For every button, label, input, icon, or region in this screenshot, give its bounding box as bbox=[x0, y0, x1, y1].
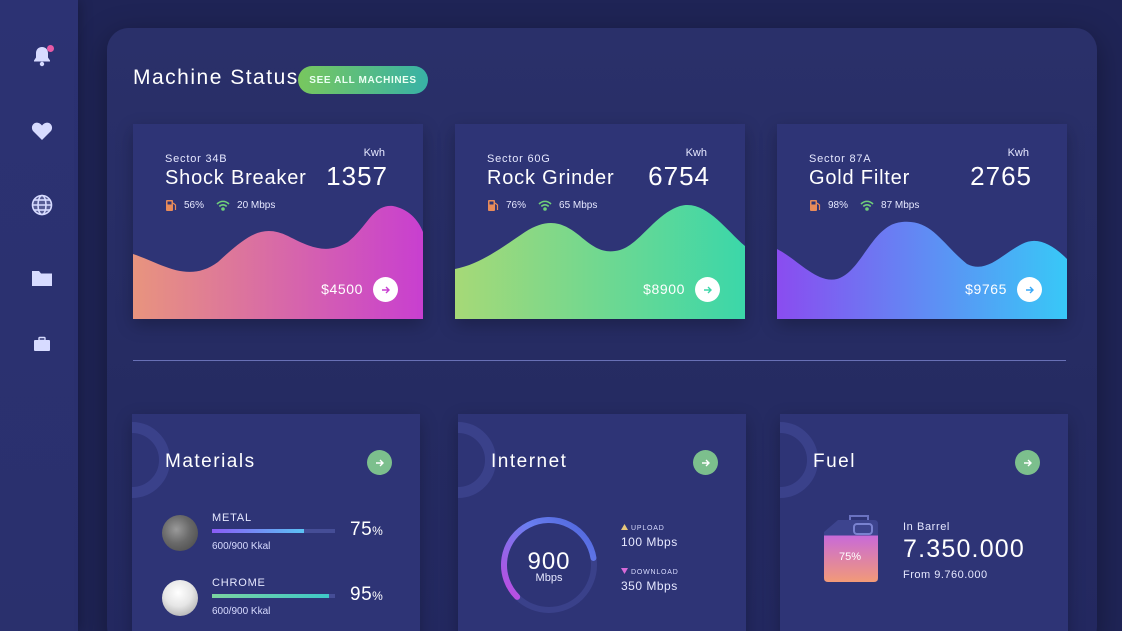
arrow-right-icon bbox=[1025, 286, 1034, 293]
wifi-icon bbox=[538, 200, 552, 211]
triangle-up-icon bbox=[621, 524, 628, 532]
machine-kwh-value: 1357 bbox=[326, 161, 388, 191]
globe-icon[interactable] bbox=[30, 193, 54, 217]
material-sub: 600/900 Kkal bbox=[212, 541, 271, 552]
machine-unit: Kwh bbox=[363, 147, 385, 159]
fuel-percent: 56% bbox=[184, 200, 205, 211]
machine-details-button[interactable] bbox=[1017, 277, 1042, 302]
gauge-unit: Mbps bbox=[535, 572, 563, 584]
percent-value: 95 bbox=[350, 584, 373, 605]
upload-value: 100 Mbps bbox=[621, 535, 678, 549]
internet-card: Internet 900 Mbps UPLOAD 100 Mbps DOWNLO… bbox=[458, 414, 746, 631]
fuel-open-button[interactable] bbox=[1015, 450, 1040, 475]
fuel-pump-icon bbox=[809, 199, 821, 212]
material-progress-track bbox=[212, 529, 335, 533]
arrow-right-icon bbox=[1023, 459, 1032, 466]
machine-sector: Sector 60G bbox=[487, 153, 551, 165]
briefcase-icon[interactable] bbox=[30, 332, 54, 356]
wifi-icon bbox=[216, 200, 230, 211]
machine-kwh-value: 6754 bbox=[648, 161, 710, 191]
network-speed: 87 Mbps bbox=[881, 200, 920, 211]
materials-title: Materials bbox=[165, 451, 256, 472]
heart-icon[interactable] bbox=[30, 119, 54, 143]
materials-open-button[interactable] bbox=[367, 450, 392, 475]
fuel-pump-icon bbox=[487, 199, 499, 212]
machine-sector: Sector 34B bbox=[165, 153, 228, 165]
download-label-text: DOWNLOAD bbox=[631, 568, 679, 576]
arrow-right-icon bbox=[703, 286, 712, 293]
triangle-down-icon bbox=[621, 568, 628, 576]
machine-name: Rock Grinder bbox=[487, 167, 615, 189]
material-progress-fill bbox=[212, 529, 305, 533]
page-title: Machine Status bbox=[133, 66, 299, 89]
section-divider bbox=[133, 360, 1066, 361]
bell-icon[interactable] bbox=[30, 44, 54, 68]
machine-stats: 76% 65 Mbps bbox=[487, 199, 597, 212]
machine-stats: 56% 20 Mbps bbox=[165, 199, 275, 212]
upload-label: UPLOAD bbox=[621, 524, 665, 532]
materials-card: Materials METAL 600/900 Kkal 75% CHROME … bbox=[132, 414, 420, 631]
machine-sector: Sector 87A bbox=[809, 153, 872, 165]
percent-value: 75 bbox=[350, 519, 373, 540]
download-label: DOWNLOAD bbox=[621, 568, 679, 576]
material-name: CHROME bbox=[212, 577, 266, 589]
download-value: 350 Mbps bbox=[621, 579, 678, 593]
machine-stats: 98% 87 Mbps bbox=[809, 199, 919, 212]
internet-open-button[interactable] bbox=[693, 450, 718, 475]
fuel-can-percent: 75% bbox=[838, 551, 862, 563]
machine-card-rock-grinder[interactable]: Sector 60G Rock Grinder Kwh 6754 76% 65 … bbox=[455, 124, 745, 319]
material-percent: 95% bbox=[350, 584, 383, 606]
machine-card-gold-filter[interactable]: Sector 87A Gold Filter Kwh 2765 98% 87 M… bbox=[777, 124, 1067, 319]
material-progress-track bbox=[212, 594, 335, 598]
machine-name: Gold Filter bbox=[809, 167, 911, 189]
fuel-value: 7.350.000 bbox=[903, 535, 1026, 563]
see-all-machines-button[interactable]: SEE ALL MACHINES bbox=[298, 66, 428, 94]
material-row-metal: METAL 600/900 Kkal 75% bbox=[162, 512, 402, 552]
network-speed: 20 Mbps bbox=[237, 200, 276, 211]
material-name: METAL bbox=[212, 512, 252, 524]
fuel-title: Fuel bbox=[813, 451, 856, 472]
fuel-pump-icon bbox=[165, 199, 177, 212]
network-speed: 65 Mbps bbox=[559, 200, 598, 211]
machine-card-shock-breaker[interactable]: Sector 34B Shock Breaker Kwh 1357 56% 20… bbox=[133, 124, 423, 319]
machine-unit: Kwh bbox=[685, 147, 707, 159]
chrome-swatch bbox=[162, 580, 198, 616]
fuel-can-icon bbox=[824, 515, 878, 582]
machine-price: $9765 bbox=[965, 281, 1007, 297]
wifi-icon bbox=[860, 200, 874, 211]
machine-unit: Kwh bbox=[1007, 147, 1029, 159]
upload-label-text: UPLOAD bbox=[631, 524, 665, 532]
material-percent: 75% bbox=[350, 519, 383, 541]
machine-name: Shock Breaker bbox=[165, 167, 307, 189]
material-progress-fill bbox=[212, 594, 329, 598]
metal-swatch bbox=[162, 515, 198, 551]
fuel-percent: 98% bbox=[828, 200, 849, 211]
fuel-card: Fuel 75% In Barrel 7.350.000 From 9.760.… bbox=[780, 414, 1068, 631]
material-sub: 600/900 Kkal bbox=[212, 606, 271, 617]
arrow-right-icon bbox=[375, 459, 384, 466]
percent-sign: % bbox=[372, 589, 384, 603]
machine-price: $8900 bbox=[643, 281, 685, 297]
machine-details-button[interactable] bbox=[373, 277, 398, 302]
material-row-chrome: CHROME 600/900 Kkal 95% bbox=[162, 577, 402, 617]
machine-price: $4500 bbox=[321, 281, 363, 297]
internet-title: Internet bbox=[491, 451, 568, 472]
percent-sign: % bbox=[372, 524, 384, 538]
sidebar bbox=[0, 0, 78, 631]
fuel-percent: 76% bbox=[506, 200, 527, 211]
machine-kwh-value: 2765 bbox=[970, 161, 1032, 191]
arrow-right-icon bbox=[701, 459, 710, 466]
fuel-label: In Barrel bbox=[903, 521, 950, 533]
arrow-right-icon bbox=[381, 286, 390, 293]
fuel-sub: From 9.760.000 bbox=[903, 569, 988, 581]
machine-details-button[interactable] bbox=[695, 277, 720, 302]
folder-icon[interactable] bbox=[30, 266, 54, 290]
notification-dot bbox=[47, 45, 54, 52]
